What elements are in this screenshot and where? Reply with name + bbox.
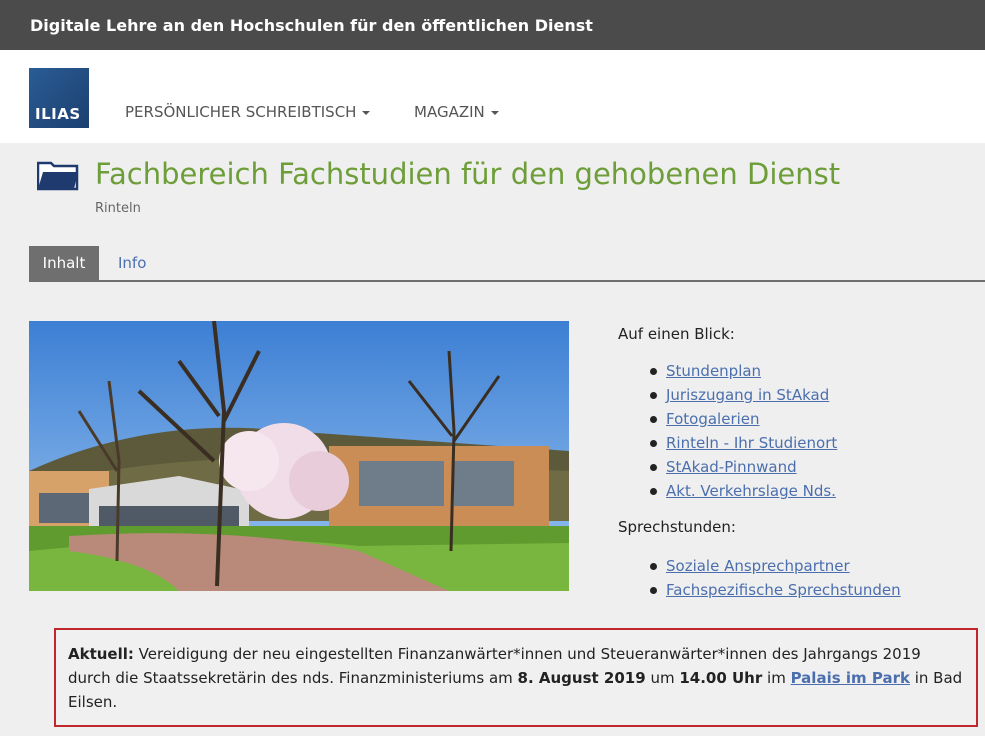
caret-down-icon [490, 110, 499, 115]
nav-personal-desktop[interactable]: PERSÖNLICHER SCHREIBTISCH [125, 103, 371, 121]
glance-links: Stundenplan Juriszugang in StAkad Fotoga… [650, 359, 837, 503]
glance-heading: Auf einen Blick: [618, 325, 735, 343]
link-pinnwand[interactable]: StAkad-Pinnwand [666, 458, 797, 476]
link-verkehrslage[interactable]: Akt. Verkehrslage Nds. [666, 482, 836, 500]
link-rinteln[interactable]: Rinteln - Ihr Studienort [666, 434, 837, 452]
tab-info[interactable]: Info [118, 246, 146, 280]
notice-label: Aktuell: [68, 645, 134, 663]
caret-down-icon [362, 110, 371, 115]
list-item: Soziale Ansprechpartner [650, 554, 901, 578]
page-subtitle: Rinteln [95, 201, 141, 216]
list-item: Stundenplan [650, 359, 837, 383]
main-navbar: ILIAS PERSÖNLICHER SCHREIBTISCH MAGAZIN [0, 50, 985, 143]
top-banner: Digitale Lehre an den Hochschulen für de… [0, 0, 985, 50]
list-item: Fachspezifische Sprechstunden [650, 578, 901, 602]
list-item: Akt. Verkehrslage Nds. [650, 479, 837, 503]
link-palais-im-park[interactable]: Palais im Park [791, 669, 910, 687]
tab-inhalt[interactable]: Inhalt [29, 246, 99, 280]
notice-time: 14.00 Uhr [679, 669, 763, 687]
link-soziale-ansprechpartner[interactable]: Soziale Ansprechpartner [666, 557, 850, 575]
logo-text: ILIAS [35, 105, 81, 123]
notice-text: um [645, 669, 680, 687]
link-fotogalerien[interactable]: Fotogalerien [666, 410, 760, 428]
page-title: Fachbereich Fachstudien für den gehobene… [95, 157, 841, 191]
link-stundenplan[interactable]: Stundenplan [666, 362, 761, 380]
list-item: Juriszugang in StAkad [650, 383, 837, 407]
nav-personal-desktop-label: PERSÖNLICHER SCHREIBTISCH [125, 103, 357, 121]
ilias-logo[interactable]: ILIAS [29, 68, 89, 128]
list-item: Fotogalerien [650, 407, 837, 431]
link-fachspezifische-sprechstunden[interactable]: Fachspezifische Sprechstunden [666, 581, 901, 599]
link-juriszugang[interactable]: Juriszugang in StAkad [666, 386, 829, 404]
site-title: Digitale Lehre an den Hochschulen für de… [30, 16, 593, 35]
campus-photo [29, 321, 569, 591]
nav-repository[interactable]: MAGAZIN [414, 103, 499, 121]
list-item: StAkad-Pinnwand [650, 455, 837, 479]
nav-repository-label: MAGAZIN [414, 103, 485, 121]
office-hours-links: Soziale Ansprechpartner Fachspezifische … [650, 554, 901, 602]
news-notice: Aktuell: Vereidigung der neu eingestellt… [54, 628, 978, 727]
list-item: Rinteln - Ihr Studienort [650, 431, 837, 455]
notice-text: im [762, 669, 791, 687]
folder-icon [37, 161, 79, 191]
tabs-divider [29, 280, 985, 282]
notice-date: 8. August 2019 [517, 669, 646, 687]
office-hours-heading: Sprechstunden: [618, 518, 736, 536]
